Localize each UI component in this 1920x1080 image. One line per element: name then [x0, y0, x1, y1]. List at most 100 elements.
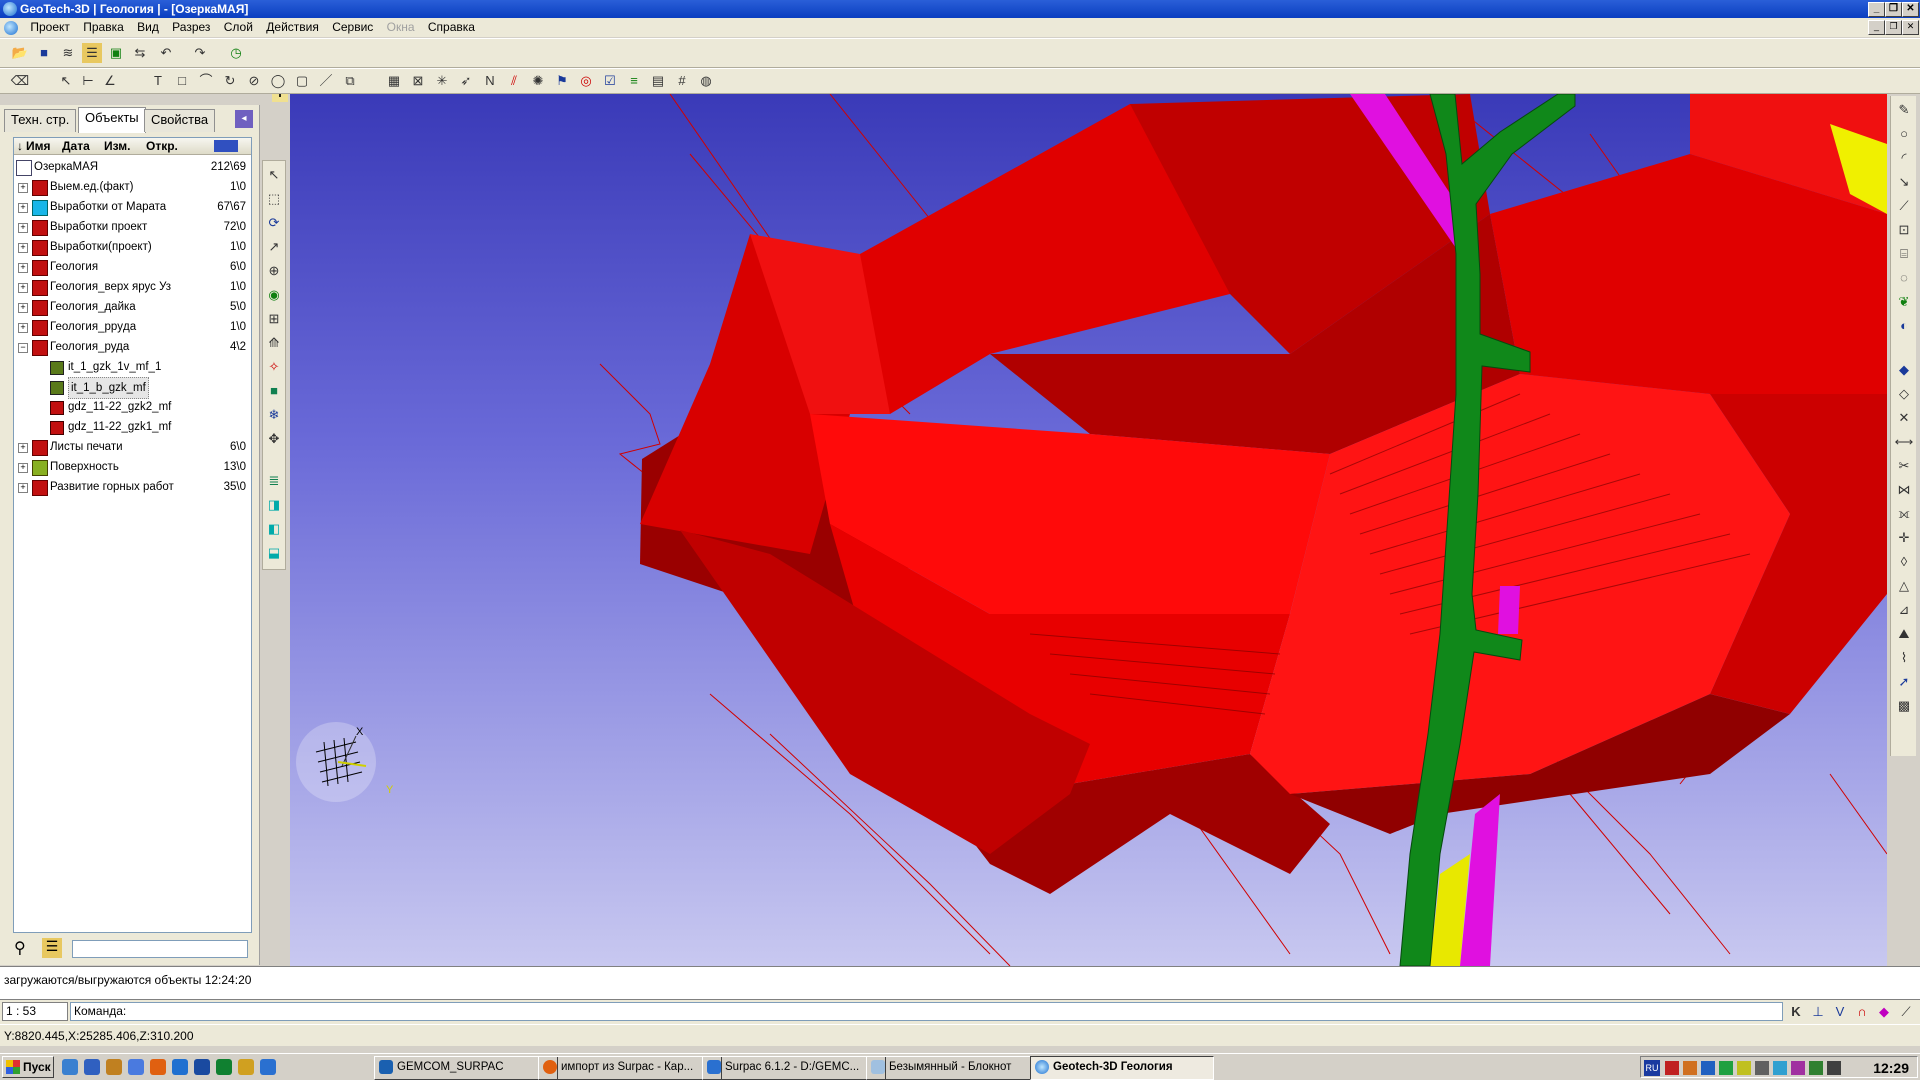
tree-folder-item[interactable]: + Выработки проект 72\0 [14, 217, 250, 237]
tree-folder-item[interactable]: + Листы печати 6\0 [14, 437, 250, 457]
columns-config-icon[interactable] [214, 140, 238, 152]
language-indicator[interactable]: RU [1644, 1060, 1660, 1076]
expand-icon[interactable]: + [18, 263, 28, 273]
3d-viewport[interactable]: X Y [290, 94, 1887, 966]
menu-section[interactable]: Разрез [167, 18, 215, 37]
move-icon[interactable]: ✥ [264, 429, 284, 449]
show-desktop-icon[interactable] [62, 1059, 78, 1075]
task-notepad[interactable]: Безымянный - Блокнот [866, 1056, 1050, 1080]
tree-folder-item[interactable]: − Геология_руда 4\2 [14, 337, 250, 357]
expand-icon[interactable]: + [18, 183, 28, 193]
redo-icon[interactable]: ↷ [190, 43, 210, 63]
axis-navigator[interactable]: X Y [296, 722, 393, 802]
select-arrow-icon[interactable]: ↖ [264, 165, 284, 185]
diamond-tool-icon[interactable]: ◊ [1894, 552, 1914, 572]
search-person-icon[interactable]: ⚲ [14, 938, 26, 958]
tree-layer-item[interactable]: gdz_11-22_gzk1_mf [14, 417, 250, 437]
tab-tech-structure[interactable]: Техн. стр. [4, 109, 77, 132]
browser-icon[interactable] [260, 1059, 276, 1075]
line-split-icon[interactable]: ⟷ [1894, 432, 1914, 452]
zoom-in-icon[interactable]: ⊕ [264, 261, 284, 281]
ie-icon[interactable] [84, 1059, 100, 1075]
table-icon[interactable]: ▤ [648, 71, 668, 91]
minimize-button[interactable]: _ [1868, 2, 1885, 17]
cut-icon[interactable]: ✕ [1894, 408, 1914, 428]
word-icon[interactable] [194, 1059, 210, 1075]
scissors-icon[interactable]: ✂ [1894, 456, 1914, 476]
tray-app-icon-1[interactable] [1665, 1061, 1679, 1075]
drop-icon[interactable]: ◐ [1894, 316, 1914, 336]
tray-app-icon-2[interactable] [1683, 1061, 1697, 1075]
cube-icon[interactable]: ▣ [106, 43, 126, 63]
rotate-view-icon[interactable]: ⟳ [264, 213, 284, 233]
expand-icon[interactable]: + [18, 483, 28, 493]
winamp-icon[interactable] [106, 1059, 122, 1075]
mdi-restore-button[interactable]: ❐ [1885, 20, 1902, 35]
clock-icon[interactable]: ◷ [226, 43, 246, 63]
snowflake-icon[interactable]: ❄ [264, 405, 284, 425]
hash-icon[interactable]: # [672, 71, 692, 91]
firefox-icon[interactable] [150, 1059, 166, 1075]
snap-arc-icon[interactable]: ∩ [1852, 1002, 1872, 1022]
tree-folder-item[interactable]: + Развитие горных работ 35\0 [14, 477, 250, 497]
undo-icon[interactable]: ↶ [156, 43, 176, 63]
measure-icon[interactable]: ⊢ [78, 71, 98, 91]
line-icon[interactable]: ／ [316, 71, 336, 91]
walk-icon[interactable]: ⟰ [264, 333, 284, 353]
tilt-icon[interactable]: ⊿ [1894, 600, 1914, 620]
node-tool-icon[interactable]: ⊡ [1894, 220, 1914, 240]
tree-layer-item[interactable]: it_1_gzk_1v_mf_1 [14, 357, 250, 377]
rectangle-icon[interactable]: □ [172, 71, 192, 91]
tree-folder-item[interactable]: + Выработки(проект) 1\0 [14, 237, 250, 257]
cross-arrows-icon[interactable]: ✛ [1894, 528, 1914, 548]
column-opened[interactable]: Откр. [146, 139, 178, 153]
menu-layer[interactable]: Слой [219, 18, 258, 37]
leaf-icon[interactable]: ❦ [1894, 292, 1914, 312]
north-icon[interactable]: N [480, 71, 500, 91]
column-date[interactable]: Дата [62, 139, 90, 153]
tree-folder-item[interactable]: + Поверхность 13\0 [14, 457, 250, 477]
tree-folder-item[interactable]: + Геология_верх ярус Уз 1\0 [14, 277, 250, 297]
menu-edit[interactable]: Правка [78, 18, 129, 37]
terrain-icon[interactable]: ⛰ [1894, 624, 1914, 644]
snap-perp-icon[interactable]: ⊥ [1808, 1002, 1828, 1022]
tray-app-icon-6[interactable] [1809, 1061, 1823, 1075]
globe-icon[interactable]: ◍ [696, 71, 716, 91]
tray-app-icon-5[interactable] [1791, 1061, 1805, 1075]
panel-splitter[interactable] [252, 137, 258, 933]
ellipse-icon[interactable]: ◯ [268, 71, 288, 91]
tray-volume-icon[interactable] [1755, 1061, 1769, 1075]
expand-icon[interactable]: + [18, 223, 28, 233]
copy-icon[interactable]: ⧉ [340, 71, 360, 91]
snap-v-icon[interactable]: V [1830, 1002, 1850, 1022]
angle-icon[interactable]: ∠ [100, 71, 120, 91]
column-modified[interactable]: Изм. [104, 139, 131, 153]
mdi-minimize-button[interactable]: _ [1868, 20, 1885, 35]
ring-icon[interactable]: ◌ [1894, 268, 1914, 288]
panel-menu-icon[interactable]: ◂ [235, 110, 253, 128]
tab-properties[interactable]: Свойства [144, 109, 216, 132]
tray-security-icon[interactable] [1719, 1061, 1733, 1075]
star-icon[interactable]: ✳ [432, 71, 452, 91]
explorer-icon[interactable] [172, 1059, 188, 1075]
tray-app-icon-7[interactable] [1827, 1061, 1841, 1075]
fill-square-icon[interactable]: ■ [264, 381, 284, 401]
tray-app-icon-4[interactable] [1773, 1061, 1787, 1075]
menu-actions[interactable]: Действия [261, 18, 324, 37]
triangle-tool-icon[interactable]: △ [1894, 576, 1914, 596]
task-surpac[interactable]: Surpac 6.1.2 - D:/GEMC... [702, 1056, 886, 1080]
menu-project[interactable]: Проект [25, 18, 75, 37]
expand-icon[interactable]: + [18, 443, 28, 453]
eraser-icon[interactable]: ⌫ [10, 71, 30, 91]
select-box-icon[interactable]: ⬚ [264, 189, 284, 209]
mdi-close-button[interactable]: ✕ [1902, 20, 1919, 35]
expand-icon[interactable]: + [18, 243, 28, 253]
orbit-icon[interactable]: ◉ [264, 285, 284, 305]
flag-icon[interactable]: ⚑ [552, 71, 572, 91]
snap-k-icon[interactable]: K [1786, 1002, 1806, 1022]
tree-search-input[interactable] [72, 940, 248, 958]
zoom-box-icon[interactable]: ⊞ [264, 309, 284, 329]
tree-folder-item[interactable]: + Геология 6\0 [14, 257, 250, 277]
expand-icon[interactable]: + [18, 463, 28, 473]
tree-folder-item[interactable]: + Выработки от Марата 67\67 [14, 197, 250, 217]
